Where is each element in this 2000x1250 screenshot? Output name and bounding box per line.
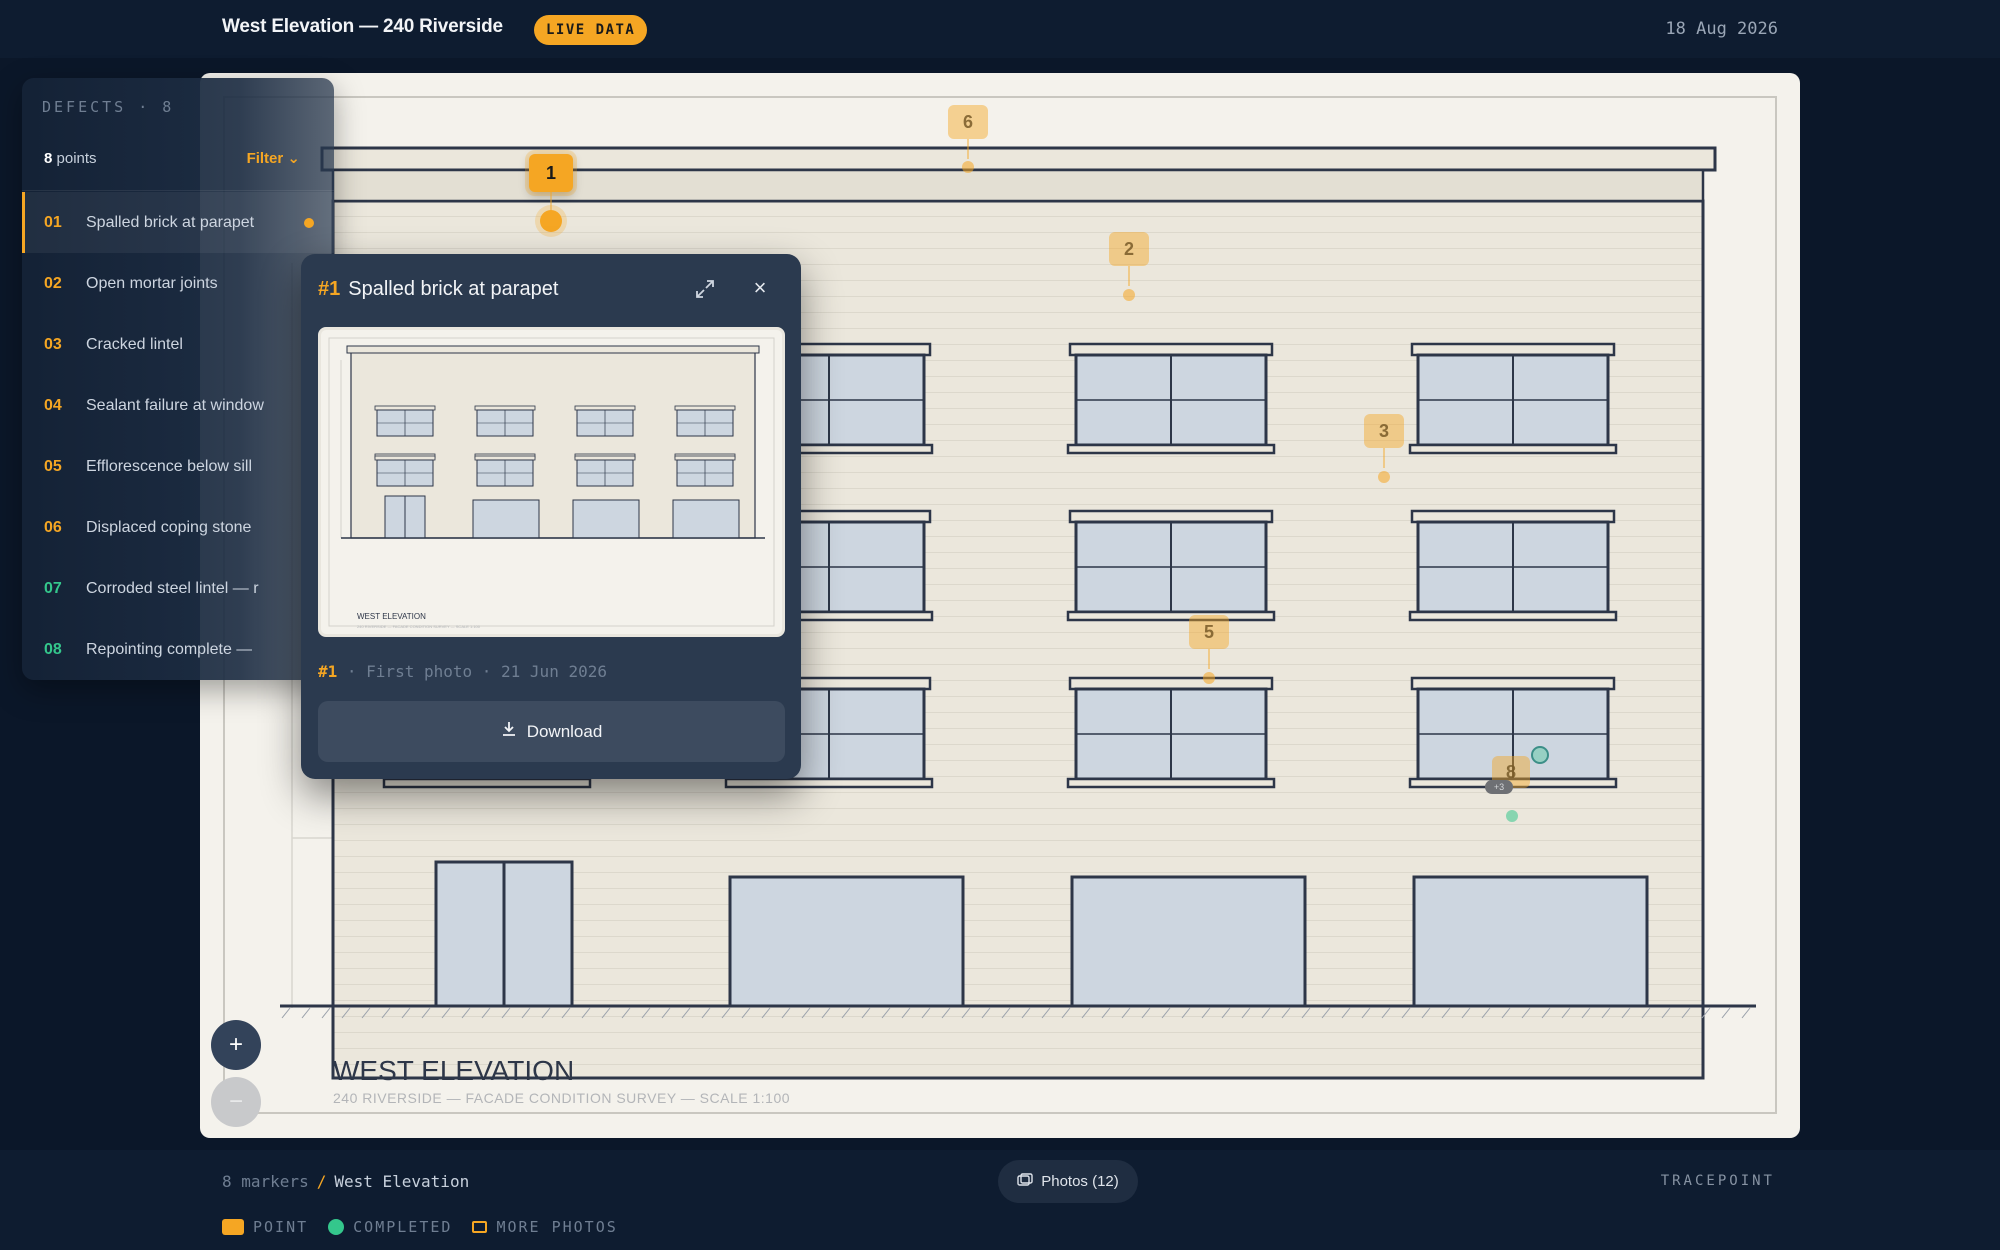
defect-number: 04 xyxy=(44,396,62,414)
legend-completed: COMPLETED xyxy=(328,1218,452,1236)
defect-number: 06 xyxy=(44,518,62,536)
marker-6[interactable]: 6 xyxy=(948,105,988,139)
defect-label: Repointing complete — xyxy=(86,640,253,658)
zoom-in-button[interactable]: + xyxy=(211,1020,261,1070)
defect-label: Open mortar joints xyxy=(86,274,218,292)
marker-3-stem xyxy=(1383,448,1385,468)
footer-bar: 8 markers / West Elevation Photos (12) TRA… xyxy=(0,1150,2000,1250)
marker-5[interactable]: 5 xyxy=(1189,615,1229,649)
photos-icon xyxy=(1017,1172,1033,1191)
defect-number: 05 xyxy=(44,457,62,475)
defect-label: Cracked lintel xyxy=(86,335,183,353)
breadcrumb-current[interactable]: West Elevation xyxy=(334,1172,469,1191)
defect-photo[interactable]: WEST ELEVATION 240 RIVERSIDE — FACADE CO… xyxy=(318,327,785,637)
marker-2[interactable]: 2 xyxy=(1109,232,1149,266)
photo-caption: WEST ELEVATION xyxy=(357,612,426,621)
marker-3-pin[interactable] xyxy=(1378,471,1390,483)
defect-popup: #1 Spalled brick at parapet × WEST ELEVAT… xyxy=(301,254,801,779)
drawing-subtitle: 240 RIVERSIDE — FACADE CONDITION SURVEY … xyxy=(333,1090,790,1106)
zoom-out-button[interactable]: − xyxy=(211,1077,261,1127)
defect-label: Corroded steel lintel — r xyxy=(86,579,259,597)
legend-point: POINT xyxy=(222,1218,308,1236)
selected-indicator xyxy=(304,217,314,228)
download-icon xyxy=(501,721,517,742)
points-count: 8 points xyxy=(44,150,97,167)
photos-button[interactable]: Photos (12) xyxy=(998,1160,1138,1203)
completed-check-icon xyxy=(1531,746,1549,764)
page-title: West Elevation — 240 Riverside xyxy=(222,16,503,37)
defect-number: 07 xyxy=(44,579,62,597)
defects-heading: DEFECTS · 8 xyxy=(42,98,175,116)
defect-list-item[interactable]: 02 Open mortar joints xyxy=(22,253,334,314)
marker-6-pin[interactable] xyxy=(962,161,974,173)
legend-more-photos: MORE PHOTOS xyxy=(472,1218,617,1236)
filter-button[interactable]: Filter ⌄ xyxy=(247,149,300,167)
divider xyxy=(22,190,334,191)
expand-icon[interactable] xyxy=(693,278,717,302)
top-bar: West Elevation — 240 Riverside LIVE DATA… xyxy=(0,0,2000,58)
marker-1[interactable]: 1 xyxy=(529,154,573,192)
defect-label: Spalled brick at parapet xyxy=(86,213,255,231)
marker-2-pin[interactable] xyxy=(1123,289,1135,301)
marker-count: 8 markers xyxy=(222,1172,309,1191)
defect-label: Sealant failure at window xyxy=(86,396,264,414)
defect-number: 03 xyxy=(44,335,62,353)
photo-subcaption: 240 RIVERSIDE — FACADE CONDITION SURVEY … xyxy=(357,624,481,629)
marker-3[interactable]: 3 xyxy=(1364,414,1404,448)
popup-title: #1 Spalled brick at parapet xyxy=(318,278,559,300)
legend: POINT COMPLETED MORE PHOTOS xyxy=(222,1218,618,1236)
marker-5-stem xyxy=(1208,649,1210,669)
brand-logo: TRACEPOINT xyxy=(1660,1173,1775,1189)
defect-list-item[interactable]: 05 Efflorescence below sill xyxy=(22,436,334,497)
more-photos-icon xyxy=(472,1221,488,1233)
defect-number: 01 xyxy=(44,213,62,231)
defect-label: Displaced coping stone xyxy=(86,518,252,536)
defect-label: Efflorescence below sill xyxy=(86,457,253,475)
defects-list: 01 Spalled brick at parapet 02 Open mortar … xyxy=(22,192,334,680)
date-label: 18 Aug 2026 xyxy=(1665,19,1778,39)
breadcrumb: 8 markers / West Elevation xyxy=(222,1172,470,1191)
defect-list-item[interactable]: 07 Corroded steel lintel — r xyxy=(22,558,334,619)
marker-1-pin[interactable] xyxy=(540,210,562,232)
defect-number: 02 xyxy=(44,274,62,292)
defects-sidebar: DEFECTS · 8 8 points Filter ⌄ 01 Spalled … xyxy=(22,78,334,680)
defect-list-item[interactable]: 04 Sealant failure at window xyxy=(22,375,334,436)
defect-list-item[interactable]: 08 Repointing complete — xyxy=(22,619,334,680)
marker-6-stem xyxy=(967,139,969,159)
marker-8-pin[interactable] xyxy=(1506,810,1518,822)
marker-2-stem xyxy=(1128,266,1130,286)
photo-meta: #1 · First photo · 21 Jun 2026 xyxy=(318,662,607,681)
drawing-title: WEST ELEVATION xyxy=(333,1055,574,1086)
point-swatch-icon xyxy=(222,1219,244,1235)
live-data-badge: LIVE DATA xyxy=(534,15,648,45)
defect-number: 08 xyxy=(44,640,62,658)
defect-list-item[interactable]: 01 Spalled brick at parapet xyxy=(22,192,334,253)
defect-list-item[interactable]: 03 Cracked lintel xyxy=(22,314,334,375)
defect-list-item[interactable]: 06 Displaced coping stone xyxy=(22,497,334,558)
close-icon[interactable]: × xyxy=(748,276,772,300)
more-photos-badge: +3 xyxy=(1485,780,1513,794)
marker-5-pin[interactable] xyxy=(1203,672,1215,684)
completed-swatch-icon xyxy=(328,1219,345,1235)
chevron-down-icon: ⌄ xyxy=(287,150,300,167)
download-button[interactable]: Download xyxy=(318,701,785,762)
